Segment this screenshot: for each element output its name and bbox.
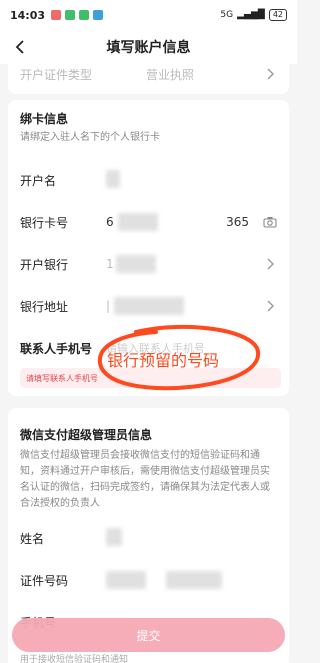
- message-notification-icon: [79, 10, 90, 20]
- annotation-text: 银行预留的号码: [107, 351, 220, 370]
- card-number-value[interactable]: 6 365: [106, 213, 263, 231]
- redacted-block: [106, 527, 122, 546]
- bank-name-row[interactable]: 开户银行 1: [20, 244, 277, 284]
- map-notification-icon: [93, 10, 104, 20]
- redacted-block: [106, 571, 146, 589]
- bank-address-start: |: [106, 299, 111, 313]
- chevron-right-icon: [263, 299, 277, 313]
- bank-name-start: 1: [106, 257, 114, 271]
- admin-name-label: 姓名: [20, 531, 45, 546]
- bank-name-label: 开户银行: [20, 257, 69, 272]
- card-number-start: 6: [106, 215, 114, 229]
- admin-name-value[interactable]: [106, 527, 277, 549]
- chevron-right-icon: [263, 67, 277, 81]
- top-partial-row[interactable]: 开户证件类型 营业执照: [20, 54, 277, 94]
- camera-icon[interactable]: [263, 215, 277, 229]
- signal-icon: ▂▄▆█: [237, 10, 265, 20]
- submit-button[interactable]: 提交: [12, 618, 285, 652]
- account-name-label: 开户名: [20, 173, 57, 188]
- redacted-block: [166, 571, 222, 589]
- wechat-section-title: 微信支付超级管理员信息: [20, 428, 153, 442]
- contact-phone-label: 联系人手机号: [20, 341, 93, 356]
- wechat-section-desc: 微信支付超级管理员会接收微信支付的短信验证码和通知，资料通过开户审核后，需使用微…: [20, 450, 270, 509]
- card-number-label: 银行卡号: [20, 215, 69, 230]
- card-number-row[interactable]: 银行卡号 6 365: [20, 202, 277, 242]
- back-arrow-icon: [15, 40, 24, 54]
- network-type: 5G: [220, 10, 234, 20]
- wechat-notification-icon: [65, 10, 76, 20]
- redacted-block: [117, 213, 158, 231]
- bank-name-value[interactable]: 1: [106, 255, 263, 273]
- admin-id-label: 证件号码: [20, 573, 69, 588]
- admin-name-row[interactable]: 姓名: [20, 518, 277, 558]
- top-partial-card: 开户证件类型 营业执照: [8, 58, 289, 94]
- status-right: 5G ▂▄▆█ 42: [220, 9, 287, 21]
- top-partial-label: 开户证件类型: [20, 67, 93, 82]
- redacted-block: [106, 169, 120, 188]
- bank-address-value[interactable]: |: [106, 297, 263, 315]
- battery-icon: 42: [268, 9, 287, 21]
- card-number-end: 365: [226, 215, 249, 229]
- app-notification-icon: [51, 10, 62, 20]
- account-name-row[interactable]: 开户名: [20, 160, 277, 200]
- bind-section-desc: 请绑定入驻人名下的个人银行卡: [20, 132, 160, 143]
- status-bar: 14:03 5G ▂▄▆█ 42: [0, 0, 297, 30]
- top-partial-value: 营业执照: [146, 67, 195, 82]
- admin-id-row[interactable]: 证件号码: [20, 560, 277, 600]
- account-name-value[interactable]: [106, 169, 277, 191]
- bank-address-label: 银行地址: [20, 299, 69, 314]
- status-time: 14:03: [10, 8, 46, 22]
- chevron-right-icon: [263, 257, 277, 271]
- contact-phone-warning: 请填写联系人手机号: [20, 368, 281, 388]
- bank-address-row[interactable]: 银行地址 |: [20, 286, 277, 326]
- admin-id-value[interactable]: [106, 571, 277, 589]
- notification-icons: [51, 10, 104, 20]
- redacted-block: [115, 255, 156, 273]
- bind-section-title: 绑卡信息: [20, 112, 69, 126]
- redacted-block: [114, 297, 185, 315]
- bottom-hint: 用于接收短信验证码和通知: [20, 655, 129, 663]
